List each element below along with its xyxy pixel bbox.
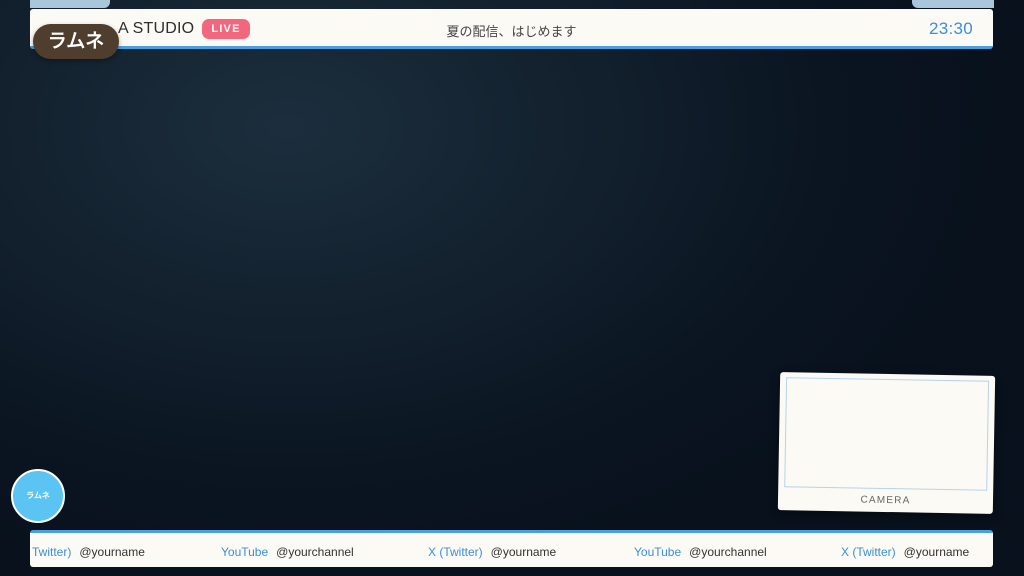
social-handle: @yourname — [903, 545, 970, 559]
clock: 23:30 — [928, 19, 973, 38]
camera-frame: CAMERA — [777, 372, 996, 514]
stream-title: 夏の配信、はじめます — [446, 25, 577, 40]
social-platform: YouTube — [634, 545, 682, 559]
social-bar: Twitter) @yourname YouTube @yourchannel X … — [30, 530, 993, 567]
social-platform: Twitter) — [32, 545, 72, 559]
social-platform: X (Twitter) — [841, 545, 896, 559]
social-item: YouTube @yourchannel — [221, 545, 354, 559]
avatar: ラムネ — [11, 469, 65, 523]
top-left-corner-tab — [30, 0, 110, 8]
social-platform: X (Twitter) — [428, 545, 483, 559]
social-platform: YouTube — [221, 545, 269, 559]
social-item: Twitter) @yourname — [32, 545, 145, 559]
camera-label: CAMERA — [860, 494, 911, 507]
social-item: YouTube @yourchannel — [634, 545, 767, 559]
social-handle: @yourname — [79, 545, 145, 559]
social-handle: @yourchannel — [689, 545, 767, 559]
header-bar: A STUDIO LIVE 夏の配信、はじめます 23:30 — [30, 9, 993, 49]
brand-logo: ラムネ — [33, 24, 119, 59]
top-right-corner-tab — [912, 0, 994, 8]
social-handle: @yourname — [490, 545, 557, 559]
camera-area — [784, 377, 990, 491]
social-handle: @yourchannel — [276, 545, 354, 559]
social-item: X (Twitter) @yourname — [428, 545, 556, 559]
social-item: X (Twitter) @yourname — [841, 545, 969, 559]
